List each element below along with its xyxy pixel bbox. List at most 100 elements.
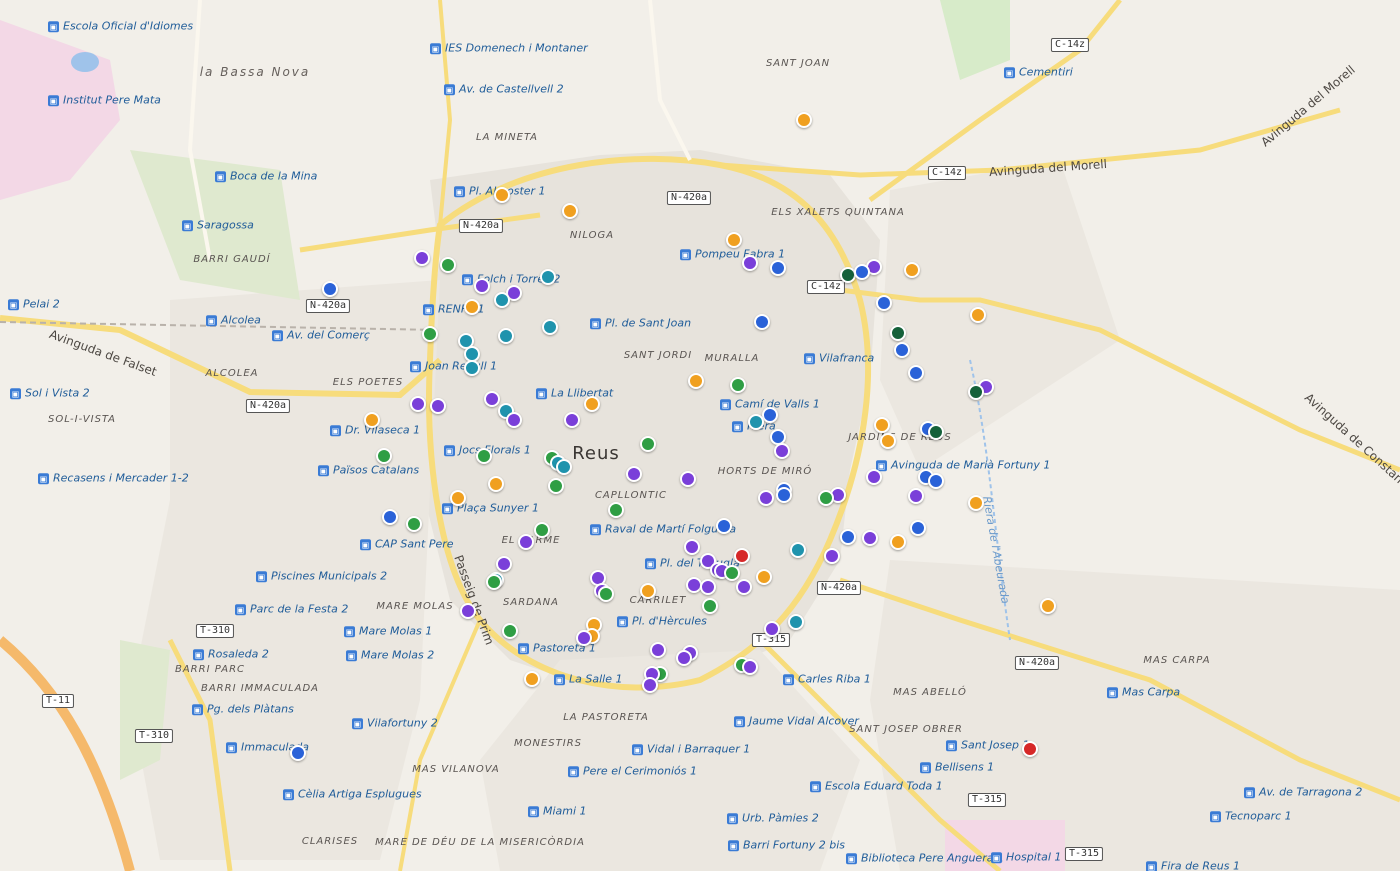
map-marker-purple[interactable] [764,620,780,637]
bus-stop-label[interactable]: ▣ Jaume Vidal Alcover [734,715,859,727]
map-marker-purple[interactable] [680,471,696,488]
map-marker-purple[interactable] [742,659,758,676]
map-marker-green[interactable] [724,565,740,582]
map-marker-teal[interactable] [494,291,510,308]
map-marker-green[interactable] [440,256,456,273]
map-marker-green[interactable] [486,573,502,590]
map-marker-purple[interactable] [506,411,522,428]
map-marker-teal[interactable] [788,613,804,630]
map-marker-blue[interactable] [854,263,870,280]
map-marker-orange[interactable] [524,671,540,688]
bus-stop-label[interactable]: ▣ Pere el Cerimoniós 1 [568,765,697,777]
map-marker-orange[interactable] [904,262,920,278]
map-marker-purple[interactable] [642,676,658,693]
bus-stop-label[interactable]: ▣ Saragossa [182,219,254,231]
bus-stop-label[interactable]: ▣ La Llibertat [536,387,613,399]
bus-stop-label[interactable]: ▣ Cementiri [1004,66,1073,78]
map-marker-blue[interactable] [840,528,856,545]
map-marker-blue[interactable] [910,519,926,536]
bus-stop-label[interactable]: ▣ Carles Riba 1 [783,673,871,685]
map-marker-orange[interactable] [880,432,896,449]
map-marker-purple[interactable] [908,488,924,505]
bus-stop-label[interactable]: ▣ Raval de Martí Folguera [590,523,736,535]
bus-stop-label[interactable]: ▣ Boca de la Mina [215,170,317,182]
bus-stop-label[interactable]: ▣ Av. de Castellvell 2 [444,83,564,95]
map-marker-blue[interactable] [894,342,910,359]
bus-stop-label[interactable]: ▣ Vilafortuny 2 [352,717,438,729]
map-marker-darkgreen[interactable] [968,383,984,400]
map-marker-purple[interactable] [736,579,752,596]
map-marker-blue[interactable] [322,281,338,298]
bus-stop-label[interactable]: ▣ Alcolea [206,314,261,326]
map-marker-purple[interactable] [676,650,692,667]
bus-stop-label[interactable]: ▣ IES Domenech i Montaner [430,42,588,54]
map-marker-orange[interactable] [494,187,510,204]
map-marker-purple[interactable] [484,390,500,407]
map-marker-purple[interactable] [626,465,642,482]
bus-stop-label[interactable]: ▣ Parc de la Festa 2 [235,603,348,615]
map-marker-green[interactable] [534,521,550,538]
map-marker-blue[interactable] [876,295,892,312]
map-marker-blue[interactable] [382,509,398,526]
map-marker-red[interactable] [734,547,750,564]
map-marker-red[interactable] [1022,741,1038,758]
bus-stop-label[interactable]: ▣ Bellisens 1 [920,761,994,773]
map-marker-purple[interactable] [824,547,840,564]
map-marker-teal[interactable] [790,542,806,559]
bus-stop-label[interactable]: ▣ Pelai 2 [8,298,60,310]
bus-stop-label[interactable]: ▣ Joan Rebull 1 [410,360,497,372]
bus-stop-label[interactable]: ▣ Mare Molas 2 [346,649,434,661]
map-marker-teal[interactable] [542,319,558,336]
map-marker-blue[interactable] [762,406,778,423]
map-marker-purple[interactable] [430,397,446,414]
map-marker-purple[interactable] [410,396,426,413]
map-marker-orange[interactable] [450,490,466,507]
map-marker-blue[interactable] [908,364,924,381]
bus-stop-label[interactable]: ▣ Piscines Municipals 2 [256,570,387,582]
map-marker-orange[interactable] [890,533,906,550]
bus-stop-label[interactable]: ▣ Mas Carpa [1107,686,1180,698]
map-marker-purple[interactable] [460,603,476,620]
bus-stop-label[interactable]: ▣ Barri Fortuny 2 bis [728,839,845,851]
bus-stop-label[interactable]: ▣ Mare Molas 1 [344,625,432,637]
map-marker-blue[interactable] [928,472,944,489]
bus-stop-label[interactable]: ▣ Pl. d'Hèrcules [617,615,707,627]
bus-stop-label[interactable]: ▣ Sol i Vista 2 [10,387,90,399]
map-marker-green[interactable] [476,448,492,465]
map-marker-green[interactable] [640,436,656,453]
map-view[interactable]: la Bassa Nova SANT JOAN LA MINETA NILOGA BAR… [0,0,1400,871]
map-marker-orange[interactable] [688,373,704,390]
map-marker-orange[interactable] [1040,598,1056,615]
bus-stop-label[interactable]: ▣ Tecnoparc 1 [1210,810,1292,822]
bus-stop-label[interactable]: ▣ Pl. de Sant Joan [590,317,691,329]
map-marker-purple[interactable] [414,249,430,266]
map-marker-orange[interactable] [488,476,504,493]
map-marker-blue[interactable] [754,314,770,331]
map-marker-darkgreen[interactable] [890,324,906,341]
bus-stop-label[interactable]: ▣ Cèlia Artiga Esplugues [283,788,422,800]
map-marker-darkgreen[interactable] [928,424,944,441]
bus-stop-label[interactable]: ▣ Av. de Tarragona 2 [1244,786,1362,798]
map-marker-orange[interactable] [464,298,480,315]
map-marker-green[interactable] [548,478,564,495]
map-marker-teal[interactable] [748,413,764,430]
map-marker-purple[interactable] [650,641,666,658]
bus-stop-label[interactable]: ▣ Pompeu Fabra 1 [680,248,785,260]
map-marker-purple[interactable] [496,556,512,573]
map-marker-purple[interactable] [576,629,592,646]
bus-stop-label[interactable]: ▣ Biblioteca Pere Anguera 1 [846,852,1004,864]
map-marker-purple[interactable] [774,443,790,460]
map-marker-orange[interactable] [726,232,742,249]
map-marker-orange[interactable] [562,202,578,219]
map-marker-teal[interactable] [540,268,556,285]
map-marker-green[interactable] [406,516,422,533]
map-marker-purple[interactable] [742,255,758,272]
map-marker-purple[interactable] [758,490,774,507]
bus-stop-label[interactable]: ▣ Hospital 1 [991,851,1061,863]
bus-stop-label[interactable]: ▣ Av. del Comerç [272,329,370,341]
map-marker-orange[interactable] [968,495,984,512]
map-marker-orange[interactable] [796,112,812,129]
bus-stop-label[interactable]: ▣ Escola Oficial d'Idiomes [48,20,193,32]
map-marker-purple[interactable] [862,530,878,547]
map-marker-teal[interactable] [498,328,514,345]
